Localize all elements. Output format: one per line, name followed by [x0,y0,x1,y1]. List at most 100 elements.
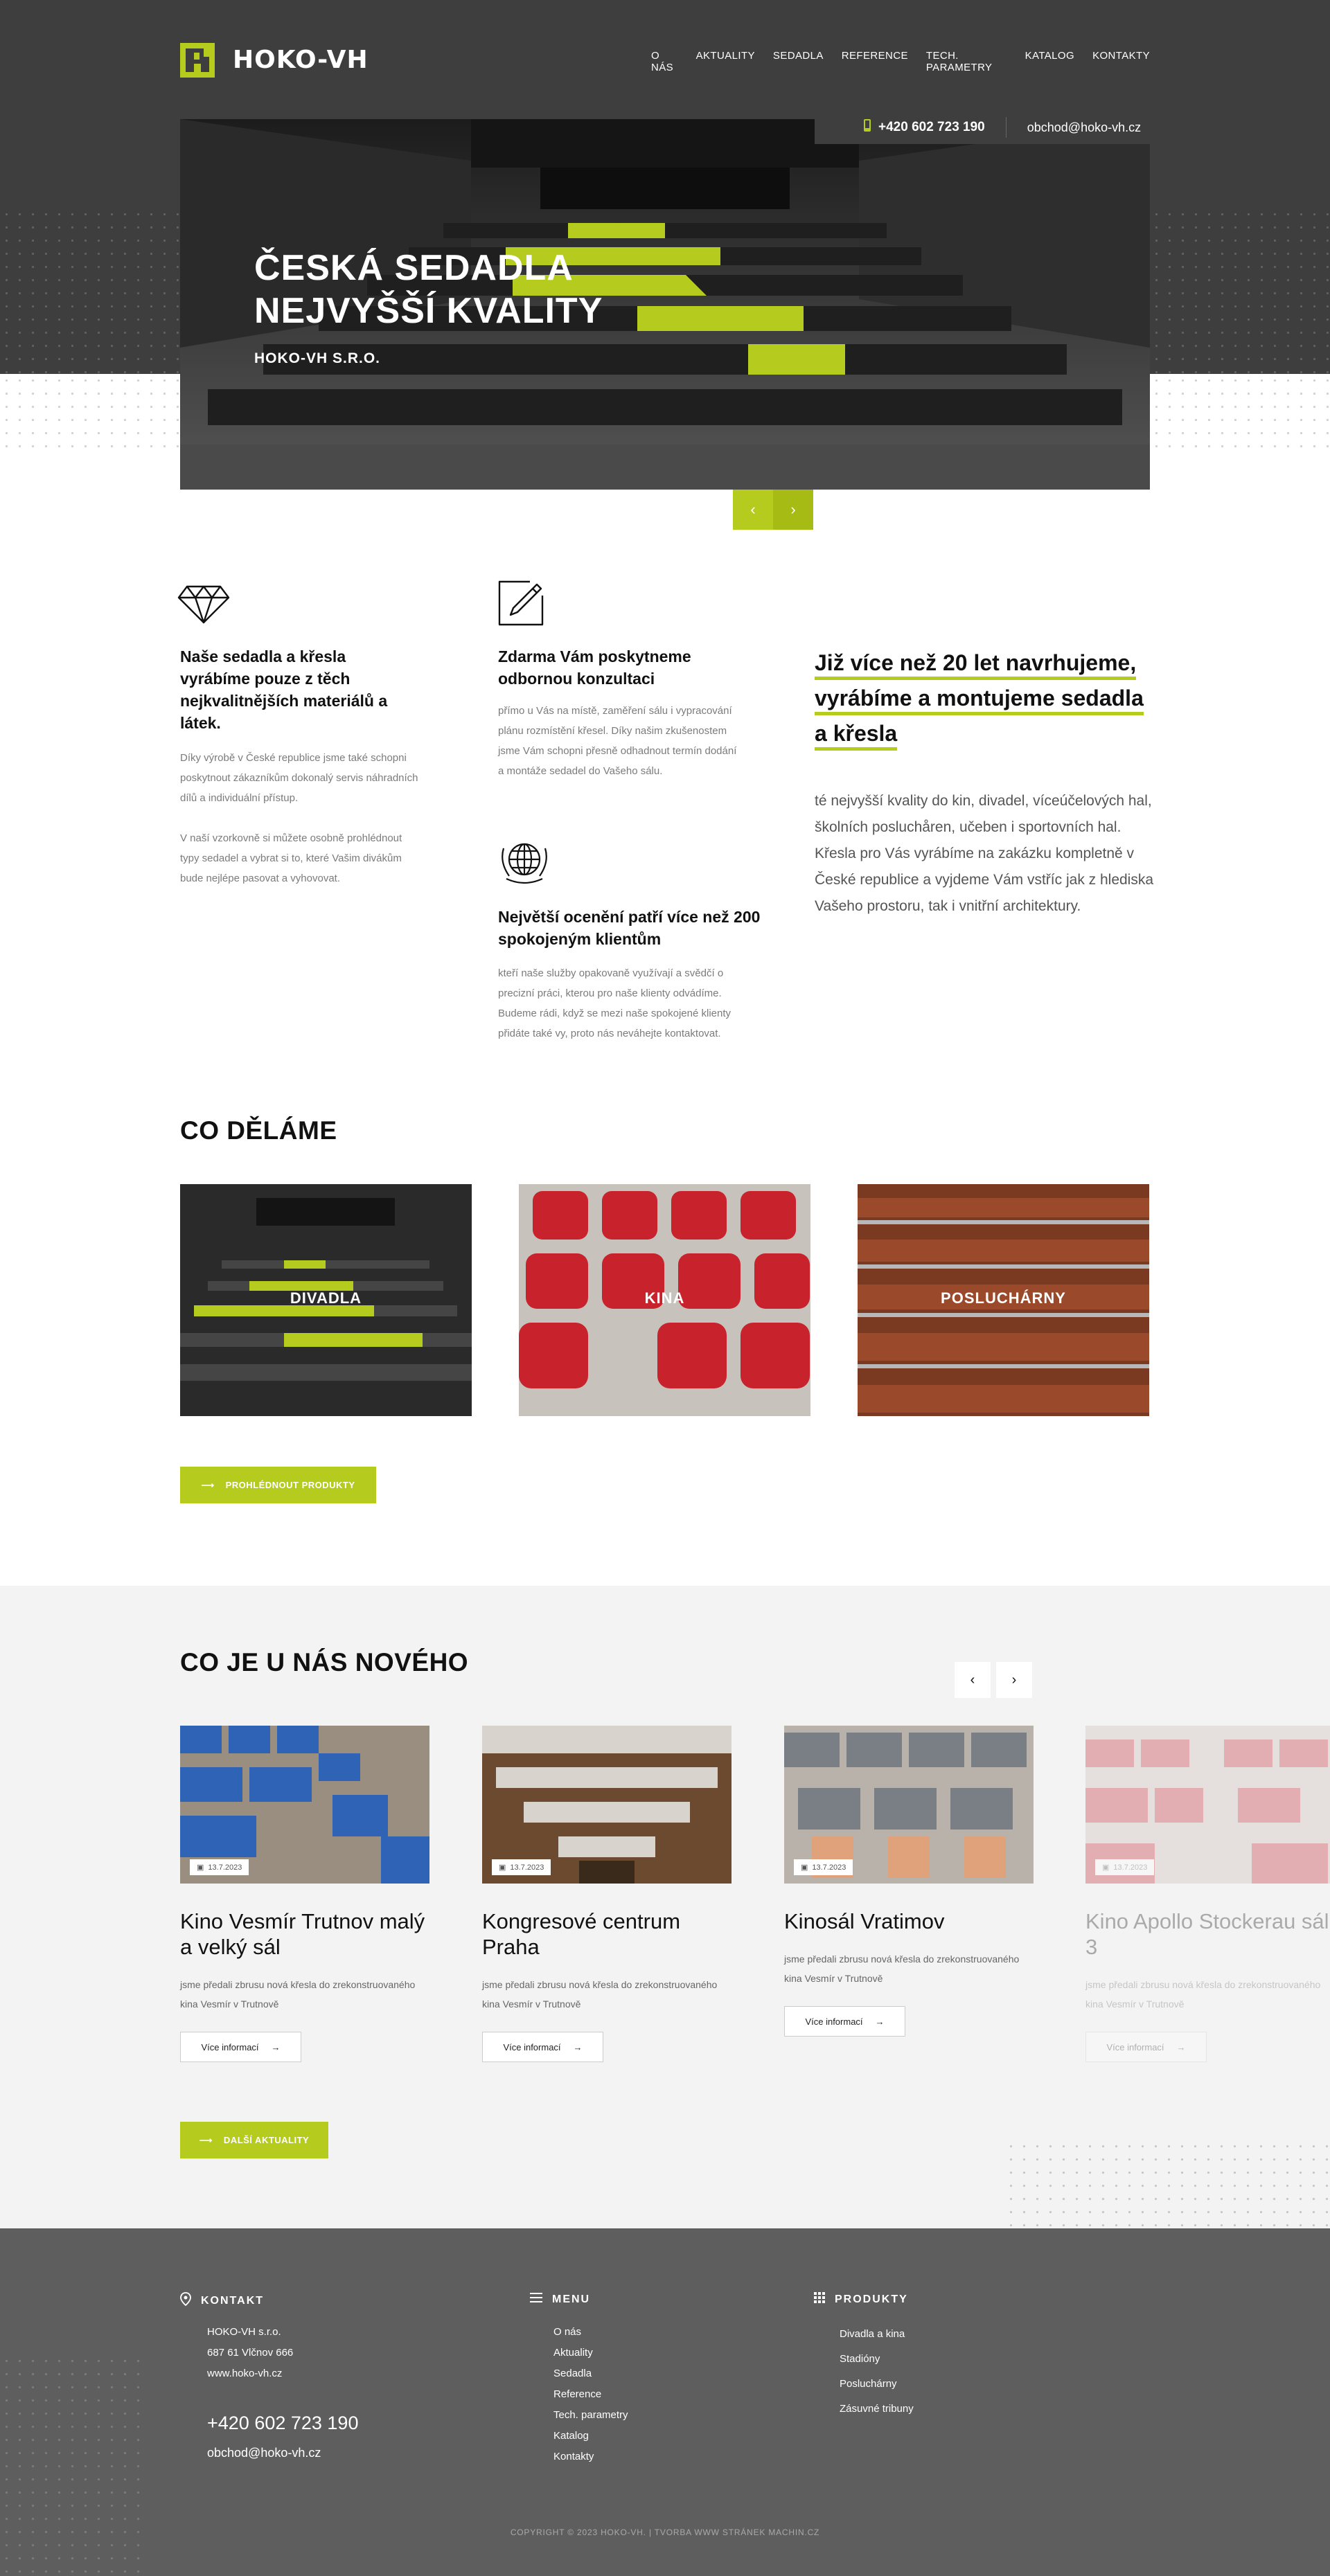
feature-text: V naší vzorkovně si můžete osobně prohlé… [180,832,402,884]
dot-pattern [0,374,180,457]
diamond-icon [177,585,230,627]
feature-title: Naše sedadla a křesla vyrábíme pouze z t… [180,647,388,732]
news-more-button[interactable]: Více informací → [784,2006,905,2037]
grid-icon [814,2292,825,2307]
news-more-button[interactable]: Více informací → [1085,2032,1207,2062]
news-date: ▣ 13.7.2023 [1095,1859,1155,1875]
hero-next-button[interactable]: › [773,490,813,530]
hero-subtitle: HOKO-VH S.R.O. [254,350,381,366]
hero-title: ČESKÁ SEDADLA NEJVYŠŠÍ KVALITY [254,248,603,331]
view-products-button[interactable]: ⟶ PROHLÉDNOUT PRODUKTY [180,1467,376,1503]
calendar-icon: ▣ [1102,1863,1110,1872]
location-pin-icon [180,2292,191,2309]
top-contact-strip: +420 602 723 190 obchod@hoko-vh.cz [815,111,1150,144]
footer-menu-item[interactable]: Tech. parametry [553,2405,628,2426]
dot-pattern [1150,374,1330,457]
footer-menu-item[interactable]: Reference [553,2384,628,2405]
about-title: Již více než 20 let navrhujeme, vyrábíme… [815,645,1147,751]
arrow-right-icon: → [875,2016,885,2027]
category-label: KINA [644,1289,685,1307]
logo-mark[interactable] [180,43,215,78]
footer-menu-item[interactable]: Kontakty [553,2447,628,2467]
nav-item-sedadla[interactable]: SEDADLA [773,50,824,73]
arrow-right-icon: ⟶ [199,2134,213,2145]
news-card: ▣ 13.7.2023 Kinosál Vratimov jsme předali… [784,1726,1034,2037]
news-card: ▣ 13.7.2023 Kino Vesmír Trutnov malý a ve… [180,1726,429,2062]
copyright: COPYRIGHT © 2023 HOKO-VH. | TVORBA WWW S… [510,2528,820,2537]
footer-email[interactable]: obchod@hoko-vh.cz [207,2446,321,2460]
footer-menu-item[interactable]: Katalog [553,2426,628,2447]
feature-text: kteří naše služby opakovaně využívají a … [498,967,732,1039]
footer-product-item[interactable]: Zásuvné tribuny [840,2397,914,2422]
footer-contact-heading: KONTAKT [180,2292,264,2309]
news-title[interactable]: Kino Apollo Stockerau sál 3 [1085,1908,1330,1960]
dot-pattern [1004,2140,1330,2228]
category-label: DIVADLA [290,1289,362,1307]
arrow-right-icon: → [573,2041,583,2052]
news-date: ▣ 13.7.2023 [190,1859,249,1875]
news-date: ▣ 13.7.2023 [794,1859,853,1875]
footer-menu-heading: MENU [530,2292,590,2307]
feature-title: Zdarma Vám poskytneme odbornou konzultac… [498,647,691,688]
pencil-icon [498,580,544,629]
category-card-posluchary[interactable]: POSLUCHÁRNY [858,1184,1149,1416]
hero-prev-button[interactable]: ‹ [733,490,773,530]
footer-background [0,2228,1330,2576]
about-text: té nejvyšší kvality do kin, divadel, víc… [815,793,1154,914]
phone-icon [863,118,871,136]
footer-address: HOKO-VH s.r.o. 687 61 Vlčnov 666 www.hok… [207,2326,294,2379]
globe-icon [497,834,552,891]
top-email[interactable]: obchod@hoko-vh.cz [1027,120,1141,135]
footer-menu-item[interactable]: Sedadla [553,2363,628,2384]
news-title[interactable]: Kino Vesmír Trutnov malý a velký sál [180,1908,429,1960]
nav-item-katalog[interactable]: KATALOG [1025,50,1074,73]
news-title[interactable]: Kinosál Vratimov [784,1908,1034,1934]
nav-item-tech-parametry[interactable]: TECH. PARAMETRY [926,50,1007,73]
more-news-button[interactable]: ⟶ DALŠÍ AKTUALITY [180,2122,328,2158]
category-card-kina[interactable]: KINA [519,1184,810,1416]
news-date: ▣ 13.7.2023 [492,1859,551,1875]
news-text: jsme předali zbrusu nová křesla do zreko… [482,1979,718,2010]
nav-item-kontakty[interactable]: KONTAKTY [1092,50,1150,73]
calendar-icon: ▣ [197,1863,204,1872]
footer-menu-item[interactable]: Aktuality [553,2343,628,2363]
news-prev-button[interactable]: ‹ [955,1662,991,1698]
nav-item-reference[interactable]: REFERENCE [842,50,908,73]
news-image[interactable]: ▣ 13.7.2023 [1085,1726,1330,1884]
section-title: CO DĚLÁME [180,1116,337,1145]
news-image[interactable]: ▣ 13.7.2023 [482,1726,732,1884]
news-more-button[interactable]: Více informací → [180,2032,301,2062]
calendar-icon: ▣ [499,1863,506,1872]
footer-products-list: Divadla a kina Stadióny Posluchárny Zásu… [840,2322,914,2422]
news-image[interactable]: ▣ 13.7.2023 [180,1726,429,1884]
news-text: jsme předali zbrusu nová křesla do zreko… [784,1953,1020,1984]
calendar-icon: ▣ [801,1863,808,1872]
news-card: ▣ 13.7.2023 Kino Apollo Stockerau sál 3 j… [1085,1726,1330,2062]
footer-product-item[interactable]: Posluchárny [840,2372,914,2397]
divider [1005,117,1007,138]
footer-phone[interactable]: +420 602 723 190 [207,2413,358,2434]
footer-product-item[interactable]: Stadióny [840,2347,914,2372]
news-more-button[interactable]: Více informací → [482,2032,603,2062]
footer-product-item[interactable]: Divadla a kina [840,2322,914,2347]
footer-products-heading: PRODUKTY [814,2292,908,2307]
footer-menu-item[interactable]: O nás [553,2322,628,2343]
category-card-divadla[interactable]: DIVADLA [180,1184,472,1416]
dot-pattern [0,208,180,374]
nav-item-o-nas[interactable]: O NÁS [651,50,678,73]
news-title[interactable]: Kongresové centrum Praha [482,1908,732,1960]
top-phone[interactable]: +420 602 723 190 [878,120,985,135]
nav-item-aktuality[interactable]: AKTUALITY [696,50,755,73]
footer-menu-list: O nás Aktuality Sedadla Reference Tech. … [553,2322,628,2467]
news-card: ▣ 13.7.2023 Kongresové centrum Praha jsme… [482,1726,732,2062]
arrow-right-icon: → [271,2041,281,2052]
feature-text: Díky výrobě v České republice jsme také … [180,752,418,804]
menu-icon [530,2292,542,2307]
dot-pattern [1150,208,1330,374]
logo-text[interactable]: HOKO-VH [233,43,369,78]
arrow-right-icon: ⟶ [201,1479,215,1490]
news-text: jsme předali zbrusu nová křesla do zreko… [180,1979,416,2010]
news-next-button[interactable]: › [996,1662,1032,1698]
news-image[interactable]: ▣ 13.7.2023 [784,1726,1034,1884]
category-label: POSLUCHÁRNY [941,1289,1066,1307]
